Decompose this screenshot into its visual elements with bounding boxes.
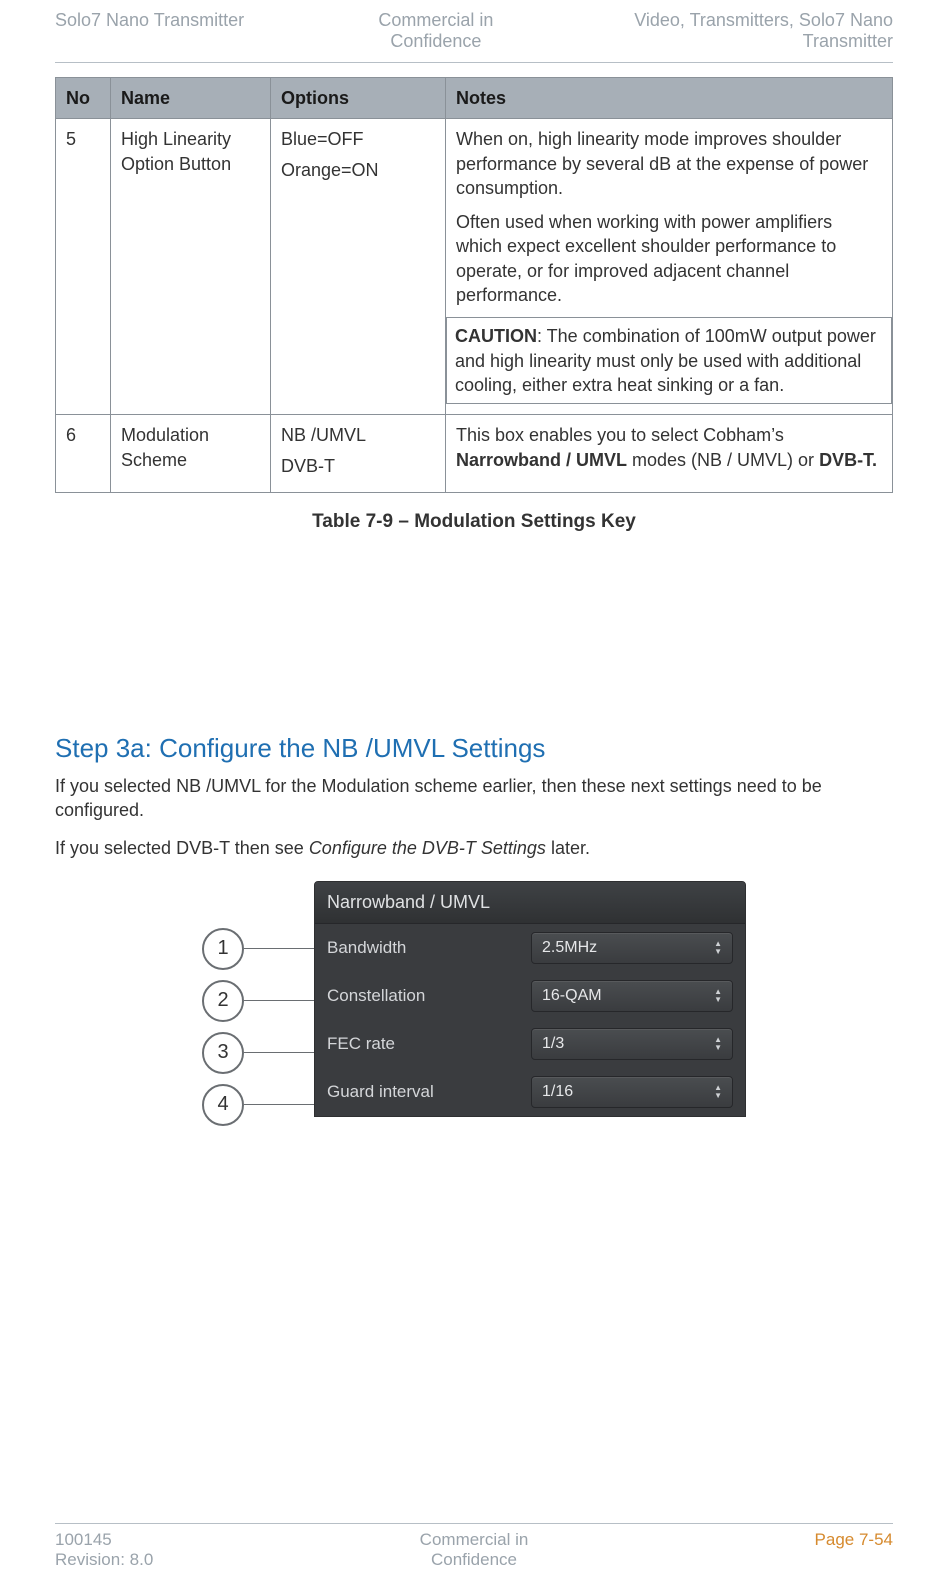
panel-row-fec-rate: FEC rate 1/3 ▲▼ xyxy=(315,1020,745,1068)
panel-label: FEC rate xyxy=(327,1034,531,1054)
header-mid: Commercial in Confidence xyxy=(309,10,563,52)
updown-icon: ▲▼ xyxy=(714,1084,722,1100)
footer-right: Page 7-54 xyxy=(614,1530,893,1570)
table-row: 6 Modulation Scheme NB /UMVL DVB-T This … xyxy=(56,415,893,493)
step-paragraph: If you selected DVB-T then see Configure… xyxy=(55,836,893,860)
select-value: 1/3 xyxy=(542,1035,564,1053)
cell-no: 6 xyxy=(56,415,111,493)
nb-umvl-figure: 1 2 3 4 Narrowband / UMVL Bandwidth 2.5M xyxy=(55,881,893,1131)
caution-label: CAUTION xyxy=(455,326,537,346)
cell-name: Modulation Scheme xyxy=(111,415,271,493)
callout-row: 1 xyxy=(202,923,314,975)
note-mid: modes (NB / UMVL) or xyxy=(627,450,819,470)
p2-pre: If you selected DVB-T then see xyxy=(55,838,309,858)
footer-mid-line2: Confidence xyxy=(431,1550,517,1569)
callout-row: 2 xyxy=(202,975,314,1027)
callout-number: 1 xyxy=(202,928,244,970)
fec-rate-select[interactable]: 1/3 ▲▼ xyxy=(531,1028,733,1060)
note-bold1: Narrowband / UMVL xyxy=(456,450,627,470)
callout-line xyxy=(244,1052,314,1053)
option-orange: Orange=ON xyxy=(281,158,435,182)
callout-row: 4 xyxy=(202,1079,314,1131)
option-blue: Blue=OFF xyxy=(281,127,435,151)
footer-divider xyxy=(55,1523,893,1524)
th-no: No xyxy=(56,78,111,119)
note-pre: This box enables you to select Cobham’s xyxy=(456,425,784,445)
footer-page: Page 7-54 xyxy=(815,1530,893,1549)
panel-label: Guard interval xyxy=(327,1082,531,1102)
table-row: 5 High Linearity Option Button Blue=OFF … xyxy=(56,119,893,415)
footer-mid-line1: Commercial in xyxy=(420,1530,529,1549)
header-mid-line1: Commercial in xyxy=(378,10,493,30)
nb-umvl-panel: Narrowband / UMVL Bandwidth 2.5MHz ▲▼ Co… xyxy=(314,881,746,1117)
callout-number: 2 xyxy=(202,980,244,1022)
select-value: 1/16 xyxy=(542,1083,573,1101)
step-paragraph: If you selected NB /UMVL for the Modulat… xyxy=(55,774,893,823)
header-right-line2: Transmitter xyxy=(803,31,893,51)
constellation-select[interactable]: 16-QAM ▲▼ xyxy=(531,980,733,1012)
table-caption: Table 7-9 – Modulation Settings Key xyxy=(55,511,893,533)
callout-number: 4 xyxy=(202,1084,244,1126)
header-divider xyxy=(55,62,893,63)
note-paragraph: Often used when working with power ampli… xyxy=(456,210,882,307)
p2-post: later. xyxy=(546,838,590,858)
header-right: Video, Transmitters, Solo7 Nano Transmit… xyxy=(563,10,893,52)
select-value: 16-QAM xyxy=(542,987,602,1005)
note-paragraph: When on, high linearity mode improves sh… xyxy=(456,127,882,200)
panel-label: Bandwidth xyxy=(327,938,531,958)
callout-line xyxy=(244,1104,314,1105)
modulation-settings-table: No Name Options Notes 5 High Linearity O… xyxy=(55,77,893,493)
footer-left: 100145 Revision: 8.0 xyxy=(55,1530,334,1570)
callout-number: 3 xyxy=(202,1032,244,1074)
cell-name: High Linearity Option Button xyxy=(111,119,271,415)
option-dvbt: DVB-T xyxy=(281,454,435,478)
step-heading: Step 3a: Configure the NB /UMVL Settings xyxy=(55,733,893,764)
callout-line xyxy=(244,1000,314,1001)
select-value: 2.5MHz xyxy=(542,939,597,957)
footer-revision: Revision: 8.0 xyxy=(55,1550,153,1569)
page-top-header: Solo7 Nano Transmitter Commercial in Con… xyxy=(55,10,893,52)
panel-row-constellation: Constellation 16-QAM ▲▼ xyxy=(315,972,745,1020)
caution-box: CAUTION: The combination of 100mW output… xyxy=(446,317,892,404)
cell-notes: This box enables you to select Cobham’s … xyxy=(446,415,893,493)
cell-notes: When on, high linearity mode improves sh… xyxy=(446,119,893,415)
panel-row-guard-interval: Guard interval 1/16 ▲▼ xyxy=(315,1068,745,1116)
p2-ital: Configure the DVB-T Settings xyxy=(309,838,546,858)
panel-label: Constellation xyxy=(327,986,531,1006)
th-options: Options xyxy=(271,78,446,119)
note-bold2: DVB-T. xyxy=(819,450,877,470)
cell-options: NB /UMVL DVB-T xyxy=(271,415,446,493)
header-left: Solo7 Nano Transmitter xyxy=(55,10,309,52)
cell-options: Blue=OFF Orange=ON xyxy=(271,119,446,415)
callout-line xyxy=(244,948,314,949)
panel-row-bandwidth: Bandwidth 2.5MHz ▲▼ xyxy=(315,924,745,972)
figure-callouts: 1 2 3 4 xyxy=(202,923,314,1131)
bandwidth-select[interactable]: 2.5MHz ▲▼ xyxy=(531,932,733,964)
updown-icon: ▲▼ xyxy=(714,940,722,956)
header-mid-line2: Confidence xyxy=(390,31,481,51)
guard-interval-select[interactable]: 1/16 ▲▼ xyxy=(531,1076,733,1108)
footer-mid: Commercial in Confidence xyxy=(334,1530,613,1570)
callout-row: 3 xyxy=(202,1027,314,1079)
th-notes: Notes xyxy=(446,78,893,119)
panel-title: Narrowband / UMVL xyxy=(315,882,745,924)
th-name: Name xyxy=(111,78,271,119)
option-nbumvl: NB /UMVL xyxy=(281,423,435,447)
header-right-line1: Video, Transmitters, Solo7 Nano xyxy=(634,10,893,30)
updown-icon: ▲▼ xyxy=(714,988,722,1004)
footer-docnum: 100145 xyxy=(55,1530,112,1549)
page-footer: 100145 Revision: 8.0 Commercial in Confi… xyxy=(55,1519,893,1570)
updown-icon: ▲▼ xyxy=(714,1036,722,1052)
cell-no: 5 xyxy=(56,119,111,415)
